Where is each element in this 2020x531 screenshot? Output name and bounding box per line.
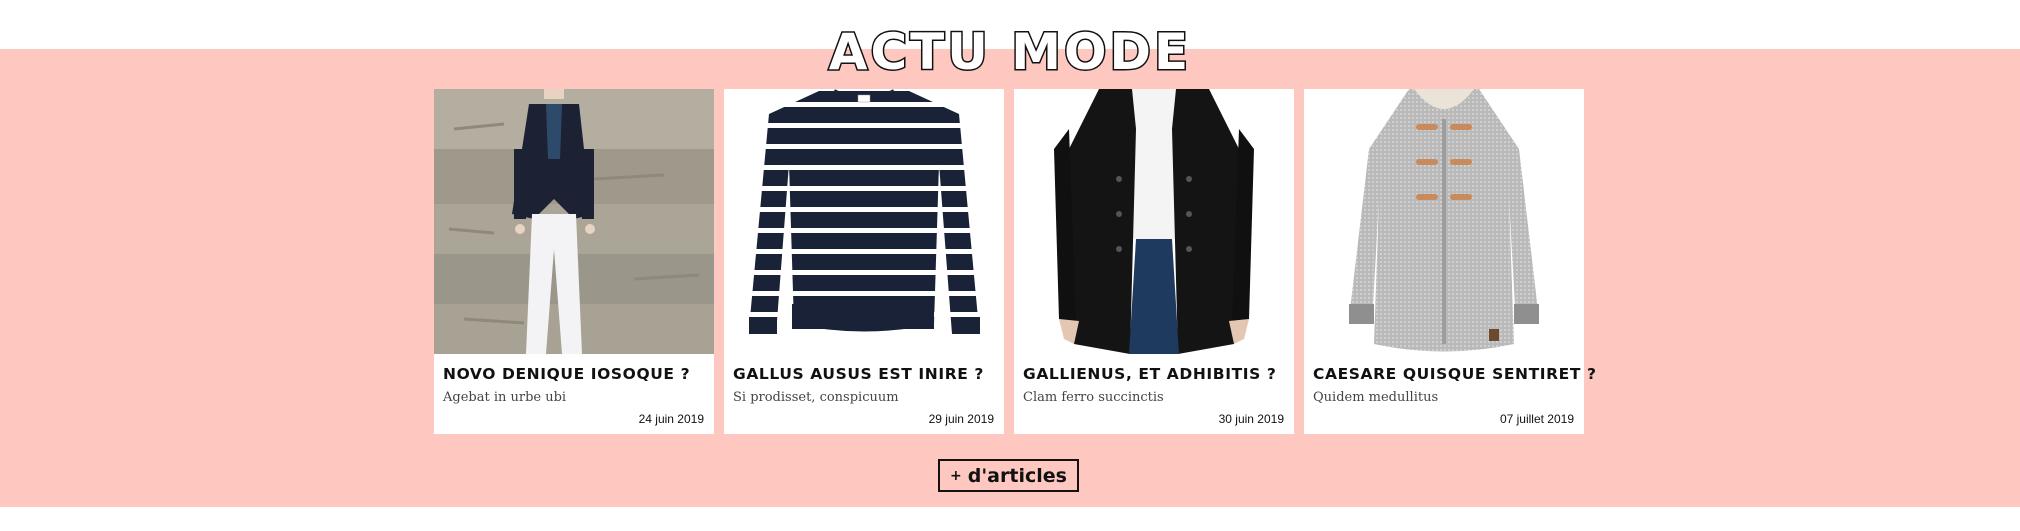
denim-blazer-outfit-photo [434,89,714,354]
article-image[interactable] [724,89,1004,354]
article-date: 24 juin 2019 [638,412,704,426]
article-title[interactable]: GALLIENUS, ET ADHIBITIS ? [1023,364,1288,384]
black-peacoat-photo [1014,89,1294,354]
article-card[interactable]: CAESARE QUISQUE SENTIRET ? Quidem medull… [1304,89,1596,434]
article-image[interactable] [1014,89,1294,354]
article-image[interactable] [1304,89,1584,354]
article-subtitle: Quidem medullitus [1313,390,1439,405]
article-card[interactable]: NOVO DENIQUE IOSOQUE ? Agebat in urbe ub… [434,89,714,434]
section-title: ACTU MODE [827,22,1192,83]
article-title[interactable]: NOVO DENIQUE IOSOQUE ? [443,364,708,384]
grey-duffle-coat-photo [1304,89,1584,354]
article-title[interactable]: GALLUS AUSUS EST INIRE ? [733,364,998,384]
article-date: 29 juin 2019 [928,412,994,426]
plus-icon: + [950,467,962,484]
article-card[interactable]: GALLUS AUSUS EST INIRE ? Si prodisset, c… [724,89,1004,434]
article-date: 30 juin 2019 [1218,412,1284,426]
article-date: 07 juillet 2019 [1499,412,1574,426]
striped-sweater-photo [724,89,1004,354]
article-title[interactable]: CAESARE QUISQUE SENTIRET ? [1313,364,1596,384]
article-subtitle: Si prodisset, conspicuum [733,390,899,405]
article-subtitle: Agebat in urbe ubi [443,390,567,405]
article-subtitle: Clam ferro succinctis [1023,390,1164,405]
article-card[interactable]: GALLIENUS, ET ADHIBITIS ? Clam ferro suc… [1014,89,1294,434]
more-articles-button[interactable]: + d'articles [938,459,1079,492]
more-articles-label: d'articles [967,464,1067,487]
article-grid: NOVO DENIQUE IOSOQUE ? Agebat in urbe ub… [434,89,1596,434]
article-image[interactable] [434,89,714,354]
